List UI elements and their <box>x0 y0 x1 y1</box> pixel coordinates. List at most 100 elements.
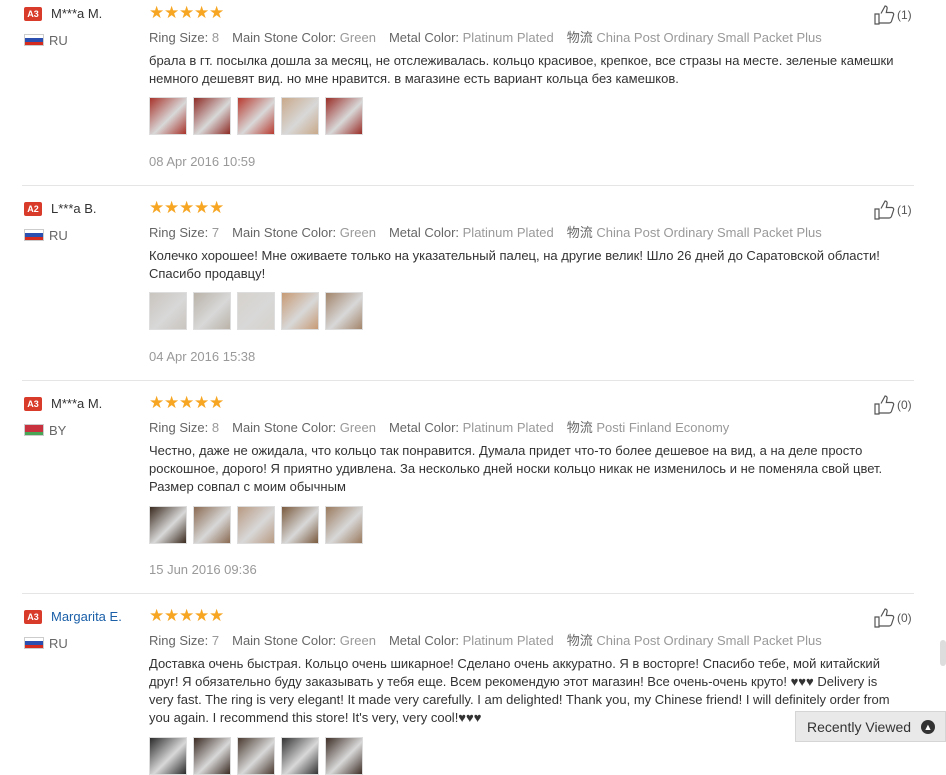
review-photos <box>149 506 363 544</box>
review-text: Честно, даже не ожидала, что кольцо так … <box>149 443 883 494</box>
review-photo-thumbnail[interactable] <box>193 506 231 544</box>
order-attributes: Ring Size: 8 Main Stone Color: Green Metal… <box>149 417 742 436</box>
helpful-count: (0) <box>897 611 912 625</box>
review-photo-thumbnail[interactable] <box>237 292 275 330</box>
shipping-method-value: China Post Ordinary Small Packet Plus <box>596 225 822 240</box>
review-photo-thumbnail[interactable] <box>281 506 319 544</box>
metal-color-value: Platinum Plated <box>462 633 554 648</box>
shipping-method-value: China Post Ordinary Small Packet Plus <box>596 30 822 45</box>
star-icon: ★ <box>149 606 165 625</box>
reviewer-country: BY <box>49 423 67 438</box>
shipping-method-label: 物流 <box>566 30 593 45</box>
star-icon: ★ <box>194 393 210 412</box>
star-icon: ★ <box>164 393 180 412</box>
shipping-method-label: 物流 <box>566 225 593 240</box>
helpful-count: (1) <box>897 8 912 22</box>
shipping-method-label: 物流 <box>566 420 593 435</box>
review-photos <box>149 292 363 330</box>
review-date: 04 Apr 2016 15:38 <box>149 349 256 364</box>
helpful-button[interactable]: (0) <box>873 395 912 415</box>
review-photos <box>149 737 363 775</box>
star-icon: ★ <box>209 393 225 412</box>
main-stone-color-label: Main Stone Color: <box>232 420 337 435</box>
review-photo-thumbnail[interactable] <box>281 97 319 135</box>
review-photo-thumbnail[interactable] <box>149 97 187 135</box>
review-photo-thumbnail[interactable] <box>193 292 231 330</box>
review-photo-thumbnail[interactable] <box>149 292 187 330</box>
review-divider <box>22 593 914 594</box>
helpful-button[interactable]: (1) <box>873 200 912 220</box>
reviewer-name: L***a B. <box>51 201 97 216</box>
review-photo-thumbnail[interactable] <box>237 97 275 135</box>
reviewer-name[interactable]: Margarita E. <box>51 609 122 624</box>
helpful-count: (1) <box>897 203 912 217</box>
star-rating: ★ ★ ★ ★ ★ <box>149 393 225 412</box>
reviewer-country: RU <box>49 636 68 651</box>
star-icon: ★ <box>179 198 195 217</box>
thumbs-up-icon <box>874 608 895 628</box>
review-divider <box>22 380 914 381</box>
reviewer-country: RU <box>49 33 68 48</box>
main-stone-color-label: Main Stone Color: <box>232 633 337 648</box>
buyer-level-badge: A3 <box>24 7 42 21</box>
star-icon: ★ <box>164 3 180 22</box>
star-icon: ★ <box>179 393 195 412</box>
country-flag-icon <box>24 34 44 46</box>
star-icon: ★ <box>149 198 165 217</box>
review-photo-thumbnail[interactable] <box>281 292 319 330</box>
main-stone-color-label: Main Stone Color: <box>232 225 337 240</box>
star-icon: ★ <box>179 606 195 625</box>
review-photo-thumbnail[interactable] <box>325 97 363 135</box>
star-icon: ★ <box>209 198 225 217</box>
main-stone-color-value: Green <box>339 225 376 240</box>
star-icon: ★ <box>194 198 210 217</box>
review-photo-thumbnail[interactable] <box>325 292 363 330</box>
helpful-button[interactable]: (1) <box>873 5 912 25</box>
review-text: Доставка очень быстрая. Кольцо очень шик… <box>149 656 890 725</box>
shipping-method-label: 物流 <box>566 633 593 648</box>
review-photo-thumbnail[interactable] <box>193 737 231 775</box>
review-text: брала в гт. посылка дошла за месяц, не о… <box>149 53 894 86</box>
star-icon: ★ <box>149 3 165 22</box>
main-stone-color-value: Green <box>339 633 376 648</box>
review-photo-thumbnail[interactable] <box>325 506 363 544</box>
star-icon: ★ <box>209 3 225 22</box>
star-icon: ★ <box>164 606 180 625</box>
review-photo-thumbnail[interactable] <box>193 97 231 135</box>
review-photo-thumbnail[interactable] <box>237 506 275 544</box>
star-rating: ★ ★ ★ ★ ★ <box>149 606 224 625</box>
country-flag-icon <box>24 637 44 649</box>
star-icon: ★ <box>179 3 195 22</box>
ring-size-value: 8 <box>211 420 220 435</box>
recently-viewed-button[interactable]: Recently Viewed ▲ <box>795 711 946 742</box>
scrollbar-thumb[interactable] <box>940 640 946 666</box>
review-photos <box>149 97 363 135</box>
buyer-level-badge: A2 <box>24 202 42 216</box>
star-icon: ★ <box>194 3 210 22</box>
star-rating: ★ ★ ★ ★ ★ <box>149 198 225 217</box>
review-photo-thumbnail[interactable] <box>281 737 319 775</box>
metal-color-value: Platinum Plated <box>462 30 554 45</box>
helpful-button[interactable]: (0) <box>873 608 912 628</box>
metal-color-label: Metal Color: <box>388 633 460 648</box>
ring-size-value: 8 <box>211 30 220 45</box>
main-stone-color-value: Green <box>339 30 376 45</box>
star-rating: ★ ★ ★ ★ ★ <box>149 3 225 22</box>
review-date: 15 Jun 2016 09:36 <box>149 562 257 577</box>
star-icon: ★ <box>149 393 165 412</box>
review-photo-thumbnail[interactable] <box>237 737 275 775</box>
thumbs-up-icon <box>874 5 895 25</box>
thumbs-up-icon <box>874 200 895 220</box>
review-photo-thumbnail[interactable] <box>149 506 187 544</box>
ring-size-value: 7 <box>211 633 220 648</box>
metal-color-label: Metal Color: <box>388 225 460 240</box>
main-stone-color-label: Main Stone Color: <box>232 30 337 45</box>
review-text: Колечко хорошее! Мне оживаете только на … <box>149 248 880 281</box>
shipping-method-value: China Post Ordinary Small Packet Plus <box>596 633 822 648</box>
reviewer-country: RU <box>49 228 68 243</box>
ring-size-label: Ring Size: <box>149 225 209 240</box>
review-divider <box>22 185 914 186</box>
country-flag-icon <box>24 229 44 241</box>
review-photo-thumbnail[interactable] <box>149 737 187 775</box>
review-photo-thumbnail[interactable] <box>325 737 363 775</box>
